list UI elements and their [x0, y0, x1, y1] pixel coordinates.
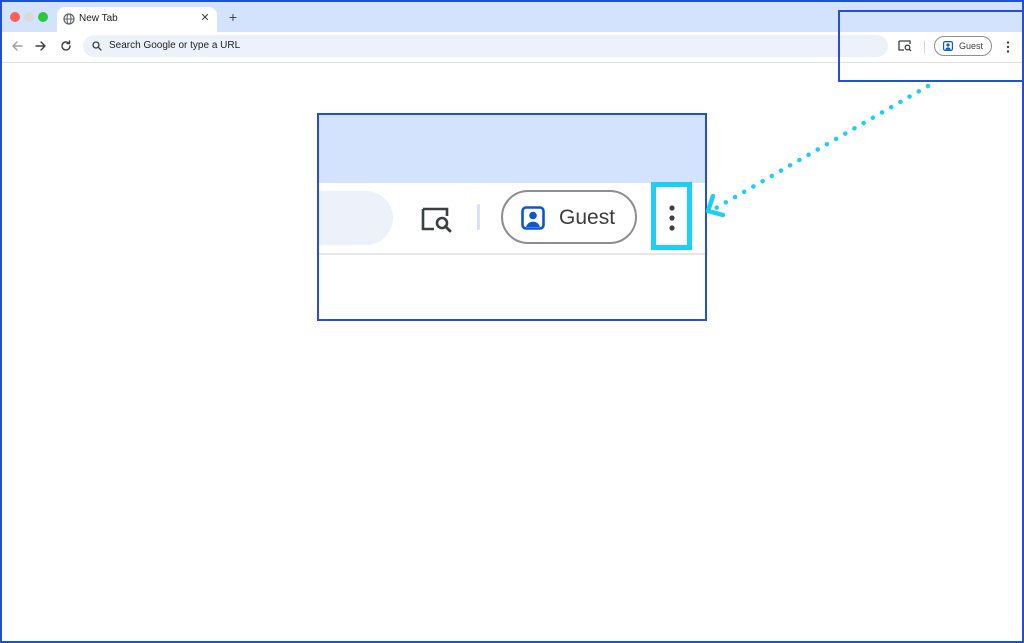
zoom-separator: [477, 204, 480, 230]
highlight-box-menu-button: [651, 182, 692, 250]
zoom-tabstrip: [319, 115, 705, 183]
highlight-box-toolbar-right: [838, 10, 1024, 82]
zoom-omnibox: [319, 191, 393, 245]
window-close-dot[interactable]: [10, 12, 20, 22]
globe-icon: [63, 13, 75, 25]
reload-icon[interactable]: [59, 39, 73, 53]
close-icon[interactable]: ✕: [199, 12, 211, 24]
screenshot-frame: [0, 0, 1024, 643]
search-icon: [92, 41, 102, 51]
window-zoom-dot[interactable]: [38, 12, 48, 22]
arrow-left-icon[interactable]: [10, 39, 24, 53]
zoom-lens-search-icon: [421, 207, 452, 233]
zoom-callout: Guest: [317, 113, 707, 321]
tab-new-tab[interactable]: New Tab ✕: [57, 7, 217, 32]
omnibox[interactable]: Search Google or type a URL: [83, 35, 888, 57]
arrow-right-icon[interactable]: [34, 39, 48, 53]
omnibox-placeholder: Search Google or type a URL: [109, 40, 241, 51]
zoom-guest-button: Guest: [501, 190, 637, 244]
window-minimize-dot[interactable]: [24, 12, 34, 22]
tab-title: New Tab: [79, 13, 118, 24]
zoom-guest-label: Guest: [559, 206, 616, 229]
zoom-guest-avatar-icon: [521, 206, 545, 230]
new-tab-button[interactable]: +: [227, 10, 239, 24]
